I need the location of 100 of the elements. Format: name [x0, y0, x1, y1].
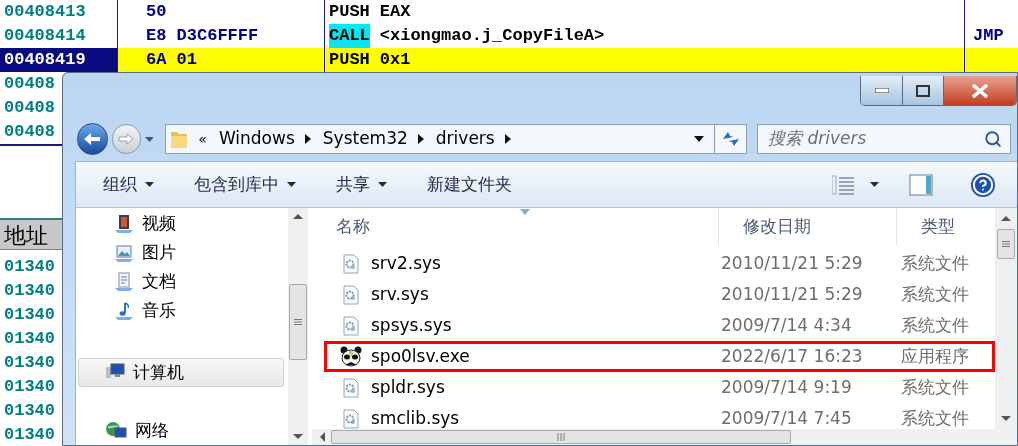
hex-cell: 50 — [146, 2, 167, 21]
file-name: spldr.sys — [371, 375, 445, 399]
hex-cell: E8 D3C6FFFF — [146, 26, 259, 45]
toolbar-button[interactable]: 包含到库中 — [194, 171, 296, 198]
file-type: 系统文件 — [900, 375, 969, 399]
address-cell: 00408419 — [0, 48, 118, 72]
address-cell-text: 01340 — [3, 352, 56, 374]
search-field[interactable]: 搜索 drivers — [768, 126, 984, 152]
scrollbar[interactable] — [288, 208, 308, 445]
scrollbar-thumb[interactable] — [331, 430, 791, 444]
settings-file-icon — [343, 253, 359, 274]
file-date: 2009/7/14 9:19 — [720, 375, 853, 399]
scrollbar-thumb[interactable] — [997, 228, 1015, 259]
file-row[interactable]: spldr.sys 2009/7/14 9:19 系统文件 — [324, 372, 995, 403]
settings-file-icon — [343, 284, 359, 305]
search-icon — [984, 130, 1002, 148]
file-row[interactable]: srv2.sys 2010/11/21 5:29 系统文件 — [324, 248, 995, 279]
file-name: spsys.sys — [371, 313, 452, 337]
address-cell-text: 01340 — [3, 424, 56, 446]
minimize-icon — [874, 88, 889, 93]
file-type: 应用程序 — [900, 344, 969, 368]
toolbar-button[interactable]: 新建文件夹 — [427, 171, 512, 198]
close-button[interactable] — [944, 76, 1016, 105]
file-name: smclib.sys — [371, 406, 460, 429]
picture-icon — [114, 242, 134, 263]
mnemonic-cell-text: PUSH — [329, 49, 370, 71]
breadcrumb-item[interactable]: drivers — [435, 126, 495, 152]
settings-file-icon — [343, 315, 359, 336]
folder-icon — [170, 129, 189, 149]
preview-pane-button[interactable] — [909, 173, 933, 196]
address-bar[interactable]: « Windows System32 drivers — [165, 124, 747, 154]
scroll-left-icon — [320, 432, 325, 442]
pane-icon — [909, 173, 933, 196]
refresh-icon — [720, 130, 741, 148]
file-type: 系统文件 — [900, 251, 969, 275]
toolbar-button[interactable]: 组织 — [103, 171, 154, 198]
column-header[interactable]: 修改日期 — [718, 208, 896, 246]
breadcrumb-overflow[interactable]: « — [198, 128, 207, 150]
scrollbar[interactable] — [312, 429, 1017, 445]
file-row[interactable]: spsys.sys 2009/7/14 4:34 系统文件 — [324, 310, 995, 341]
back-button[interactable] — [77, 123, 108, 155]
caret-icon — [870, 182, 879, 187]
arrow-right-icon — [118, 133, 135, 145]
mnemonic-cell-text: PUSH — [329, 1, 370, 23]
chevron-right-icon[interactable] — [304, 134, 311, 144]
film-icon — [114, 213, 134, 234]
file-date: 2009/7/14 4:34 — [720, 313, 853, 337]
address-cell-text: 01340 — [3, 328, 56, 350]
search-box[interactable]: 搜索 drivers — [757, 124, 1011, 154]
operand-cell-text: <xiongmao.j_CopyFileA> — [379, 25, 605, 47]
nav-item[interactable]: 文档 — [78, 267, 284, 297]
file-type: 系统文件 — [900, 313, 969, 337]
scroll-down-icon — [1001, 416, 1011, 421]
arrow-left-icon — [83, 132, 102, 146]
address-cell-text: 01340 — [3, 376, 56, 398]
help-button[interactable] — [971, 172, 995, 197]
file-row[interactable]: spo0lsv.exe 2022/6/17 16:23 应用程序 — [324, 341, 995, 372]
document-icon — [114, 271, 134, 292]
breadcrumb-item[interactable]: Windows — [218, 126, 295, 152]
file-row[interactable]: smclib.sys 2009/7/14 7:45 系统文件 — [324, 403, 995, 429]
address-cell-text: 01340 — [3, 280, 56, 302]
file-name: srv2.sys — [371, 251, 441, 275]
address-cell-text: 01340 — [3, 256, 56, 278]
breadcrumb-item[interactable]: System32 — [322, 126, 408, 152]
minimize-button[interactable] — [861, 76, 903, 105]
chevron-right-icon[interactable] — [504, 134, 511, 144]
column-header[interactable]: 名称 — [312, 208, 718, 246]
music-note-icon — [114, 301, 134, 322]
address-cell-text: 01340 — [3, 400, 56, 422]
caret-icon[interactable] — [694, 136, 704, 142]
app-icon — [340, 345, 362, 368]
scroll-up-icon — [293, 214, 303, 219]
close-icon — [971, 83, 989, 98]
operand-cell-text: 0x1 — [379, 49, 411, 71]
toolbar-button[interactable]: 共享 — [336, 171, 387, 198]
file-date: 2010/11/21 5:29 — [720, 251, 864, 275]
chevron-right-icon[interactable] — [417, 134, 424, 144]
scrollbar-thumb[interactable] — [289, 283, 307, 360]
scroll-up-icon — [1001, 216, 1011, 221]
mnemonic-cell: CALL — [329, 24, 370, 48]
details-view-icon — [832, 174, 854, 195]
nav-item[interactable]: 音乐 — [78, 296, 284, 326]
settings-file-icon — [343, 408, 359, 429]
maximize-icon — [916, 84, 930, 97]
view-button[interactable] — [832, 174, 879, 195]
maximize-button[interactable] — [903, 76, 944, 105]
nav-item[interactable]: 网络 — [78, 415, 284, 446]
settings-file-icon — [343, 377, 359, 398]
operand-cell-text: EAX — [379, 1, 411, 23]
file-date: 2010/11/21 5:29 — [720, 282, 864, 306]
file-name: srv.sys — [371, 282, 429, 306]
globe-icon — [105, 420, 127, 441]
nav-item[interactable]: 计算机 — [78, 357, 284, 387]
address-cell-text: 01340 — [3, 304, 56, 326]
scrollbar[interactable] — [995, 208, 1017, 429]
file-row[interactable]: srv.sys 2010/11/21 5:29 系统文件 — [324, 279, 995, 310]
file-date: 2022/6/17 16:23 — [720, 344, 864, 368]
file-type: 系统文件 — [900, 406, 969, 429]
sort-arrow-icon — [520, 209, 530, 215]
file-type: 系统文件 — [900, 282, 969, 306]
